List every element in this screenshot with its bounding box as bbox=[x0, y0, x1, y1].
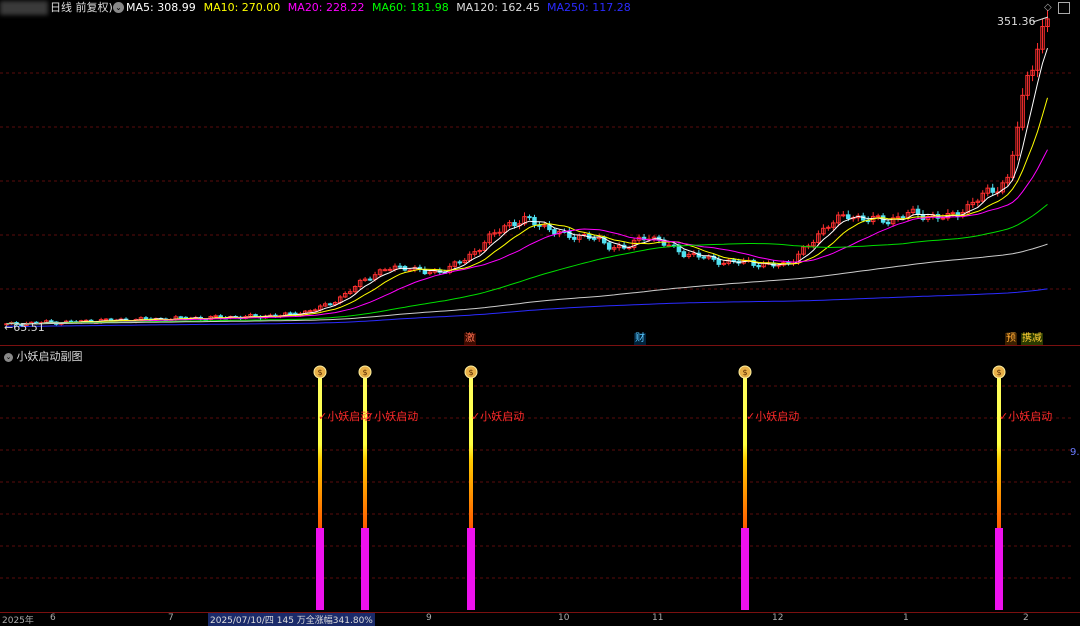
ma-legend-item: MA5: 308.99 bbox=[126, 1, 196, 14]
candle-down bbox=[328, 303, 333, 306]
ma-legend-item: MA10: 270.00 bbox=[203, 1, 281, 14]
candle-down bbox=[572, 236, 577, 240]
axis-label-year: 2025年 bbox=[2, 616, 34, 626]
signal-label-4: ✓小妖启动 bbox=[746, 410, 800, 423]
candle-up bbox=[382, 269, 388, 272]
candle-down bbox=[397, 265, 403, 268]
ma5-line bbox=[6, 47, 1048, 325]
candle-down bbox=[900, 216, 906, 219]
ma120-line bbox=[6, 243, 1048, 325]
candle-up bbox=[950, 212, 956, 215]
candle-down bbox=[716, 258, 722, 265]
blurred-stock-name bbox=[0, 1, 48, 15]
signal-base-3 bbox=[467, 528, 475, 610]
candle-up bbox=[308, 310, 313, 313]
candle-down bbox=[701, 256, 707, 259]
badge-cai[interactable]: 财 bbox=[634, 333, 646, 345]
sub-chart-canvas: $ $ $ $ $ bbox=[0, 365, 1072, 610]
sub-right-value: 9. bbox=[1070, 447, 1080, 458]
signal-base-2 bbox=[361, 528, 369, 610]
sub-title-text: 小妖启动副图 bbox=[16, 350, 83, 363]
candle-up bbox=[213, 315, 218, 318]
ma-legend-item: MA250: 117.28 bbox=[547, 1, 631, 14]
axis-cursor-readout: 2025/07/10/四 145 万全涨幅341.80% bbox=[208, 613, 375, 626]
sub-indicator-panel[interactable]: $ $ $ $ $ bbox=[0, 346, 1080, 612]
badge-yu[interactable]: 预 bbox=[1005, 333, 1017, 345]
window-square-icon[interactable] bbox=[1058, 2, 1070, 14]
candle-down bbox=[288, 312, 293, 315]
price-chart-canvas bbox=[0, 9, 1072, 328]
badge-ji-text: 激 bbox=[465, 333, 475, 344]
high-price-label: 351.36 bbox=[997, 15, 1036, 28]
signal-bar-1 bbox=[318, 376, 322, 528]
badge-xiejian[interactable]: 携减 bbox=[1021, 333, 1043, 345]
ma10-line bbox=[6, 97, 1048, 325]
candle-down bbox=[885, 221, 891, 225]
money-bag-glyph: $ bbox=[362, 368, 367, 377]
money-bag-glyph: $ bbox=[742, 368, 747, 377]
diamond-icon[interactable]: ◇ bbox=[1044, 1, 1052, 15]
low-price-label: ←65.51 bbox=[4, 321, 45, 334]
sub-settings-icon[interactable]: ⌄ bbox=[4, 352, 13, 362]
main-price-chart[interactable] bbox=[0, 0, 1080, 346]
badge-ji[interactable]: 激 bbox=[464, 333, 476, 345]
money-bag-glyph: $ bbox=[317, 368, 322, 377]
low-arrow: ← bbox=[4, 321, 14, 334]
candle-down bbox=[512, 222, 517, 227]
signal-bar-3 bbox=[469, 376, 473, 528]
candle-down bbox=[606, 242, 612, 250]
candle-down bbox=[527, 216, 532, 219]
low-price-value: 65.51 bbox=[13, 321, 45, 334]
candle-up bbox=[940, 217, 946, 220]
candle-up bbox=[313, 309, 318, 312]
candle-down bbox=[457, 261, 463, 264]
ma-settings-icon[interactable]: ⌄ bbox=[113, 2, 124, 13]
candle-down bbox=[756, 264, 761, 268]
signal-bar-2 bbox=[363, 376, 367, 528]
signal-base-1 bbox=[316, 528, 324, 610]
chart-header: 日线 前复权) ⌄ MA5: 308.99 MA10: 270.00 MA20: 2… bbox=[0, 1, 1080, 15]
ma-legend-item: MA60: 181.98 bbox=[372, 1, 449, 14]
ma-legend-item: MA120: 162.45 bbox=[456, 1, 540, 14]
candle-up bbox=[875, 215, 881, 218]
signal-base-5 bbox=[995, 528, 1003, 610]
signal-bar-5 bbox=[997, 376, 1001, 528]
candle-up bbox=[841, 214, 846, 217]
signal-label-2: ✓小妖启动 bbox=[365, 410, 419, 423]
badge-xiejian-text: 携减 bbox=[1022, 333, 1042, 344]
candle-up bbox=[387, 268, 393, 271]
ma-legend-item: MA20: 228.22 bbox=[287, 1, 365, 14]
signal-bar-4 bbox=[743, 376, 747, 528]
candle-down bbox=[367, 278, 373, 281]
candle-down bbox=[990, 187, 995, 193]
candle-up bbox=[666, 244, 672, 247]
candle-down bbox=[846, 214, 851, 220]
badge-cai-text: 财 bbox=[635, 333, 645, 344]
candle-up bbox=[103, 318, 109, 321]
money-bag-glyph: $ bbox=[468, 368, 473, 377]
candle-down bbox=[178, 316, 184, 319]
candle-down bbox=[552, 229, 557, 235]
sub-title: ⌄ 小妖启动副图 bbox=[4, 348, 83, 364]
candle-down bbox=[143, 317, 149, 320]
signal-label-3: ✓小妖启动 bbox=[471, 410, 525, 423]
candle-up bbox=[497, 231, 502, 234]
signal-base-4 bbox=[741, 528, 749, 610]
signal-label-5: ✓小妖启动 bbox=[999, 410, 1053, 423]
signal-label-1: ✓小妖启动 bbox=[318, 410, 372, 423]
date-axis[interactable]: 2025年 6 7 2025/07/10/四 145 万全涨幅341.80% 9… bbox=[0, 612, 1080, 626]
candle-down bbox=[681, 251, 687, 258]
money-bag-glyph: $ bbox=[996, 368, 1001, 377]
chart-period-title: 日线 前复权) bbox=[50, 1, 113, 14]
candle-down bbox=[591, 237, 597, 240]
badge-yu-text: 预 bbox=[1006, 333, 1016, 344]
